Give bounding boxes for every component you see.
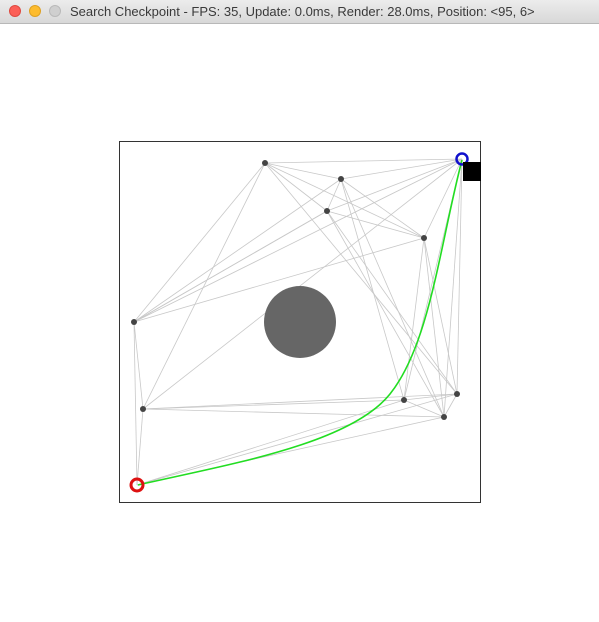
graph-edge	[264, 158, 463, 164]
graph-node	[421, 235, 427, 241]
graph-edge	[142, 158, 463, 410]
close-icon[interactable]	[9, 5, 21, 17]
graph-node	[401, 397, 407, 403]
graph-node	[140, 406, 146, 412]
minimize-icon[interactable]	[29, 5, 41, 17]
graph-edge	[133, 162, 266, 323]
graph-edge	[264, 162, 425, 239]
graph-edge	[264, 162, 328, 212]
goal-block	[463, 162, 481, 181]
graph-edge	[142, 393, 458, 410]
graph-edge	[326, 158, 463, 212]
maximize-icon[interactable]	[49, 5, 61, 17]
graph-edge	[423, 158, 463, 239]
app-window: Search Checkpoint - FPS: 35, Update: 0.0…	[0, 0, 599, 622]
graph-edge	[142, 162, 266, 410]
graph-node	[441, 414, 447, 420]
graph-node	[131, 319, 137, 325]
scene-canvas[interactable]	[0, 24, 599, 622]
graph-edge	[340, 158, 463, 180]
graph-node	[324, 208, 330, 214]
obstacle-circle	[264, 286, 336, 358]
graph-edge	[423, 237, 445, 418]
canvas-area[interactable]	[0, 24, 599, 622]
graph-edge	[142, 399, 405, 410]
window-title: Search Checkpoint - FPS: 35, Update: 0.0…	[70, 4, 535, 19]
title-bar[interactable]: Search Checkpoint - FPS: 35, Update: 0.0…	[0, 0, 599, 24]
graph-node	[338, 176, 344, 182]
graph-node	[454, 391, 460, 397]
graph-node	[262, 160, 268, 166]
graph-edge	[136, 408, 144, 486]
